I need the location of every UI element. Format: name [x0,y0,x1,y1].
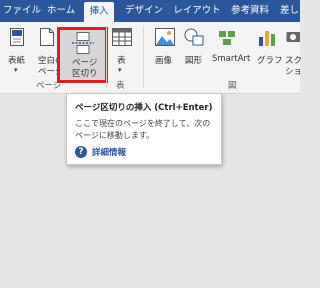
smartart-button[interactable]: SmartArt [212,54,250,64]
page-break-icon [71,32,95,54]
help-icon: ? [75,146,87,158]
page-break-button[interactable]: ページ 区切り [57,27,108,83]
ribbon-tab-bar: ファイル ホーム 挿入 デザイン レイアウト 参考資料 差し [0,0,300,22]
ribbon-insert: 表紙 ▾ 空白の ページ ページ 区切り ページ 表 ▾ 表 画像 図形 Sma… [0,22,303,94]
cover-page-icon[interactable] [10,28,24,46]
blank-page-icon[interactable] [40,28,54,46]
tab-mailings[interactable]: 差し [280,0,302,22]
tab-home[interactable]: ホーム [44,0,78,22]
tab-file[interactable]: ファイル [2,0,42,22]
group-label-illustrations: 図 [228,81,237,91]
image-button[interactable]: 画像 [155,54,172,66]
help-link-label[interactable]: 詳細情報 [92,146,126,158]
tooltip-description: ここで現在のページを終了して、次のページに移動します。 [75,119,211,140]
chart-button[interactable]: グラフ [257,54,283,66]
tab-references[interactable]: 参考資料 [228,0,272,22]
smartart-icon[interactable] [218,30,236,46]
cover-page-dropdown-icon[interactable]: ▾ [14,66,18,74]
group-separator [106,26,107,88]
tooltip-title: ページ区切りの挿入 (Ctrl+Enter) [75,103,213,113]
shapes-button[interactable]: 図形 [185,54,202,66]
table-icon[interactable] [112,28,132,46]
chart-icon[interactable] [258,28,276,46]
page-break-tooltip: ページ区切りの挿入 (Ctrl+Enter) ここで現在のページを終了して、次の… [66,93,222,165]
table-dropdown-icon[interactable]: ▾ [118,66,122,74]
screenshot-icon[interactable] [286,28,301,46]
tab-layout[interactable]: レイアウト [172,0,222,22]
screenshot-label-2: ショ [285,67,303,77]
table-button[interactable]: 表 [117,54,126,66]
page-break-label-2: 区切り [72,69,98,79]
shapes-icon[interactable] [184,28,204,46]
image-icon[interactable] [155,28,175,46]
tab-design[interactable]: デザイン [122,0,166,22]
group-label-table: 表 [116,81,125,91]
group-separator [143,26,144,88]
tab-insert[interactable]: 挿入 [84,2,114,22]
cover-page-button[interactable]: 表紙 [8,54,25,66]
group-label-pages: ページ [36,81,62,91]
